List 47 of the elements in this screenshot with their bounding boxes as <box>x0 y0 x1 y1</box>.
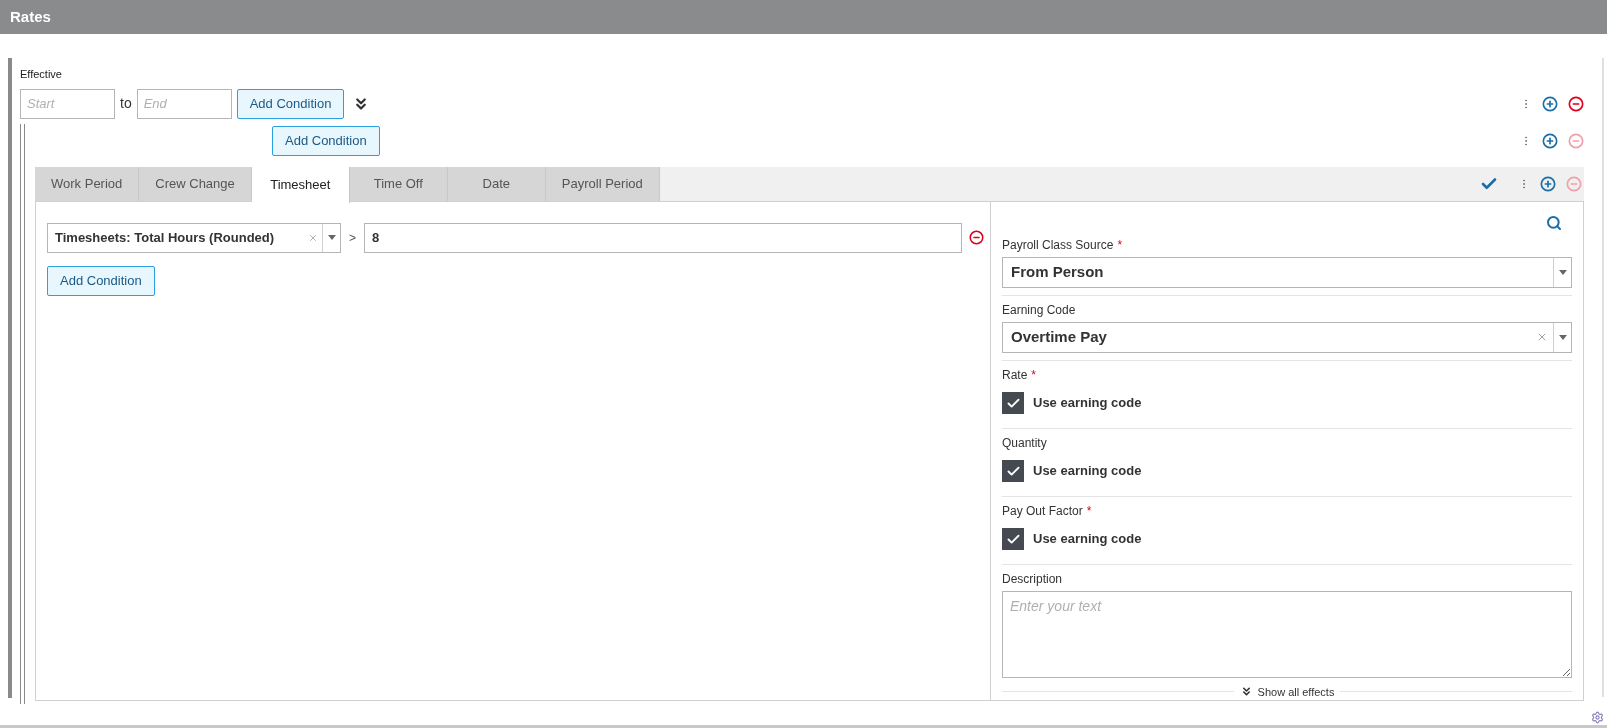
checkbox-label: Use earning code <box>1033 530 1142 549</box>
field-label: Pay Out Factor <box>1002 502 1083 520</box>
remove-icon[interactable] <box>1568 95 1584 112</box>
clear-icon[interactable] <box>1536 331 1548 343</box>
field-label: Earning Code <box>1002 301 1076 319</box>
settings-icon[interactable] <box>1591 711 1604 724</box>
tab[interactable]: Timesheet <box>251 166 350 203</box>
description-field[interactable]: Enter your text <box>1002 590 1572 678</box>
field-label: Quantity <box>1002 434 1047 452</box>
tab[interactable]: Crew Change <box>139 166 252 201</box>
effective-label: Effective <box>20 67 63 82</box>
end-date-field[interactable]: End <box>136 88 232 119</box>
add-icon[interactable] <box>1542 132 1558 149</box>
add-icon[interactable] <box>1542 95 1558 112</box>
tab[interactable]: Work Period <box>35 166 140 201</box>
add-condition-button[interactable]: Add Condition <box>47 265 155 296</box>
required-mark: * <box>1117 236 1123 254</box>
field-label: Rate <box>1002 366 1028 384</box>
field-label: Payroll Class Source <box>1002 236 1114 254</box>
dropdown-arrow-icon[interactable] <box>1558 334 1567 340</box>
show-all-effects-button[interactable]: Show all effects <box>1233 683 1341 700</box>
remove-icon[interactable] <box>969 230 984 245</box>
checkbox[interactable] <box>1002 460 1024 482</box>
add-condition-button[interactable]: Add Condition <box>272 125 380 156</box>
dropdown-arrow-icon[interactable] <box>1558 269 1567 275</box>
operator-text: > <box>349 229 356 247</box>
dropdown-arrow-icon[interactable] <box>327 235 336 240</box>
tab[interactable]: Time Off <box>349 166 448 201</box>
value-field[interactable]: 8 <box>364 222 962 253</box>
search-icon[interactable] <box>1546 214 1562 231</box>
checkbox-label: Use earning code <box>1033 462 1142 481</box>
field-select[interactable]: Timesheets: Total Hours (Rounded) <box>47 222 341 253</box>
add-condition-button[interactable]: Add Condition <box>236 88 345 119</box>
page-title: Rates <box>10 6 51 27</box>
checkbox[interactable] <box>1002 392 1024 414</box>
tab[interactable]: Date <box>447 166 546 201</box>
separator-text: to <box>120 94 132 113</box>
select-field[interactable]: From Person <box>1002 256 1572 288</box>
required-mark: * <box>1031 366 1037 384</box>
select-field[interactable]: Overtime Pay <box>1002 321 1572 353</box>
start-date-field[interactable]: Start <box>20 88 115 119</box>
add-icon[interactable] <box>1540 175 1556 192</box>
checkbox-label: Use earning code <box>1033 394 1142 413</box>
checkbox[interactable] <box>1002 528 1024 550</box>
tab[interactable]: Payroll Period <box>545 166 660 201</box>
required-mark: * <box>1086 502 1092 520</box>
field-label: Description <box>1002 570 1063 588</box>
